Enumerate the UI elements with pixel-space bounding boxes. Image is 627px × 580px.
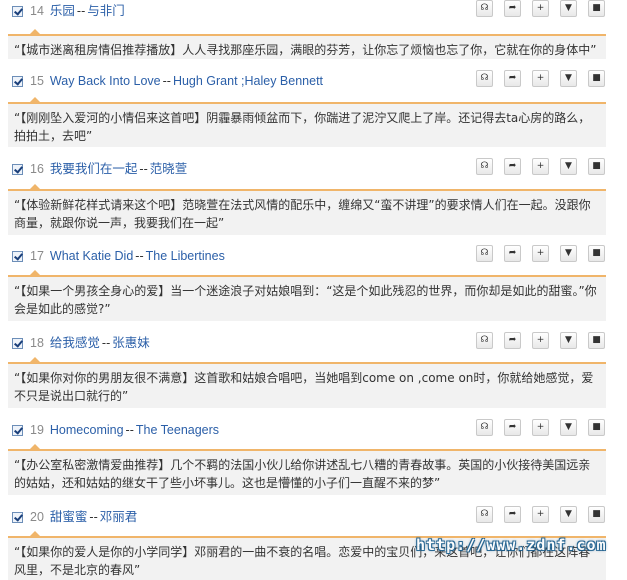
song-description: “【刚刚坠入爱河的小情侣来这首吧】阴霾暴雨倾盆而下，你踹进了泥泞又爬上了岸。还记…: [8, 97, 606, 147]
song-description: “【如果一个男孩全身心的爱】当一个迷途浪子对姑娘唱到：“这是个如此残忍的世界，而…: [8, 270, 606, 321]
song-actions: ☊ ➦ + ▼ ■: [476, 506, 606, 526]
listen-icon[interactable]: ☊: [476, 506, 493, 523]
download-icon[interactable]: ▼: [560, 158, 577, 175]
title-separator: --: [135, 249, 144, 263]
song-description: “【办公室私密激情爱曲推荐】几个不羁的法国小伙儿给你讲述乱七八糟的青春故事。英国…: [8, 444, 606, 495]
save-icon[interactable]: ■: [588, 332, 605, 349]
song-title-link[interactable]: What Katie Did: [50, 249, 133, 263]
song-checkbox[interactable]: [12, 338, 23, 349]
song-actions: ☊ ➦ + ▼ ■: [476, 245, 606, 265]
download-icon[interactable]: ▼: [560, 0, 577, 17]
save-icon[interactable]: ■: [588, 506, 605, 523]
song-actions: ☊ ➦ + ▼ ■: [476, 419, 606, 439]
song-description: “【体验新鲜花样式请来这个吧】范晓萱在法式风情的配乐中，缠绵又“蛮不讲理”的要求…: [8, 184, 606, 235]
add-icon[interactable]: +: [532, 332, 549, 349]
download-icon[interactable]: ▼: [560, 419, 577, 436]
song-title-link[interactable]: 给我感觉: [50, 336, 100, 350]
share-icon[interactable]: ➦: [504, 0, 521, 17]
listen-icon[interactable]: ☊: [476, 158, 493, 175]
share-icon[interactable]: ➦: [504, 245, 521, 262]
save-icon[interactable]: ■: [588, 70, 605, 87]
title-separator: --: [76, 4, 86, 18]
artist-link[interactable]: The Libertines: [146, 249, 225, 263]
song-number: 16: [30, 162, 44, 176]
listen-icon[interactable]: ☊: [476, 332, 493, 349]
song-number: 19: [30, 423, 44, 437]
title-separator: --: [125, 423, 134, 437]
song-checkbox[interactable]: [12, 6, 23, 17]
listen-icon[interactable]: ☊: [476, 0, 493, 17]
artist-link[interactable]: 与非门: [87, 4, 125, 18]
song-title-line: 19 Homecoming -- The Teenagers: [30, 422, 219, 438]
song-header: 19 Homecoming -- The Teenagers ☊ ➦ + ▼ ■: [0, 419, 627, 445]
watermark: http://www.zdnf.com: [416, 536, 607, 554]
song-checkbox[interactable]: [12, 512, 23, 523]
artist-link[interactable]: 范晓萱: [150, 162, 188, 176]
listen-icon[interactable]: ☊: [476, 419, 493, 436]
song-description: “【如果你对你的男朋友很不满意】这首歌和姑娘合唱吧，当她唱到come on ,c…: [8, 357, 606, 408]
song-title-link[interactable]: 甜蜜蜜: [50, 510, 88, 524]
listen-icon[interactable]: ☊: [476, 245, 493, 262]
song-checkbox[interactable]: [12, 425, 23, 436]
save-icon[interactable]: ■: [588, 245, 605, 262]
song-number: 15: [30, 74, 44, 88]
song-number: 14: [30, 4, 44, 18]
song-title-line: 16 我要我们在一起 -- 范晓萱: [30, 161, 187, 177]
title-separator: --: [162, 74, 171, 88]
download-icon[interactable]: ▼: [560, 332, 577, 349]
artist-link[interactable]: Hugh Grant ;Haley Bennett: [173, 74, 323, 88]
share-icon[interactable]: ➦: [504, 332, 521, 349]
save-icon[interactable]: ■: [588, 0, 605, 17]
song-title-link[interactable]: 我要我们在一起: [50, 162, 138, 176]
song-header: 20 甜蜜蜜 -- 邓丽君 ☊ ➦ + ▼ ■: [0, 506, 627, 532]
song-title-link[interactable]: Homecoming: [50, 423, 124, 437]
download-icon[interactable]: ▼: [560, 245, 577, 262]
song-title-line: 14 乐园 -- 与非门: [30, 3, 125, 19]
save-icon[interactable]: ■: [588, 158, 605, 175]
add-icon[interactable]: +: [532, 70, 549, 87]
add-icon[interactable]: +: [532, 0, 549, 17]
song-title-link[interactable]: Way Back Into Love: [50, 74, 161, 88]
share-icon[interactable]: ➦: [504, 419, 521, 436]
song-checkbox[interactable]: [12, 251, 23, 262]
title-separator: --: [139, 162, 148, 176]
add-icon[interactable]: +: [532, 419, 549, 436]
song-header: 17 What Katie Did -- The Libertines ☊ ➦ + ▼…: [0, 245, 627, 271]
song-header: 14 乐园 -- 与非门 ☊ ➦ + ▼ ■: [0, 0, 627, 26]
song-header: 15 Way Back Into Love -- Hugh Grant ;Haley …: [0, 70, 627, 96]
song-actions: ☊ ➦ + ▼ ■: [476, 332, 606, 352]
artist-link[interactable]: 张惠妹: [112, 336, 150, 350]
song-header: 18 给我感觉 -- 张惠妹 ☊ ➦ + ▼ ■: [0, 332, 627, 358]
title-separator: --: [89, 510, 98, 524]
artist-link[interactable]: The Teenagers: [136, 423, 219, 437]
song-description: “【城市迷离租房情侣推荐播放】人人寻找那座乐园，满眼的芬芳，让你忘了烦恼也忘了你…: [8, 29, 606, 59]
add-icon[interactable]: +: [532, 245, 549, 262]
song-actions: ☊ ➦ + ▼ ■: [476, 0, 606, 20]
share-icon[interactable]: ➦: [504, 158, 521, 175]
song-checkbox[interactable]: [12, 76, 23, 87]
song-number: 18: [30, 336, 44, 350]
song-title-line: 15 Way Back Into Love -- Hugh Grant ;Haley …: [30, 73, 323, 89]
song-number: 17: [30, 249, 44, 263]
share-icon[interactable]: ➦: [504, 506, 521, 523]
add-icon[interactable]: +: [532, 506, 549, 523]
save-icon[interactable]: ■: [588, 419, 605, 436]
download-icon[interactable]: ▼: [560, 70, 577, 87]
listen-icon[interactable]: ☊: [476, 70, 493, 87]
artist-link[interactable]: 邓丽君: [100, 510, 138, 524]
share-icon[interactable]: ➦: [504, 70, 521, 87]
song-title-line: 18 给我感觉 -- 张惠妹: [30, 335, 150, 351]
song-actions: ☊ ➦ + ▼ ■: [476, 70, 606, 90]
song-title-line: 20 甜蜜蜜 -- 邓丽君: [30, 509, 137, 525]
song-checkbox[interactable]: [12, 164, 23, 175]
song-header: 16 我要我们在一起 -- 范晓萱 ☊ ➦ + ▼ ■: [0, 158, 627, 184]
title-separator: --: [101, 336, 111, 350]
song-actions: ☊ ➦ + ▼ ■: [476, 158, 606, 178]
song-number: 20: [30, 510, 44, 524]
song-title-link[interactable]: 乐园: [50, 4, 75, 18]
song-title-line: 17 What Katie Did -- The Libertines: [30, 248, 225, 264]
add-icon[interactable]: +: [532, 158, 549, 175]
download-icon[interactable]: ▼: [560, 506, 577, 523]
